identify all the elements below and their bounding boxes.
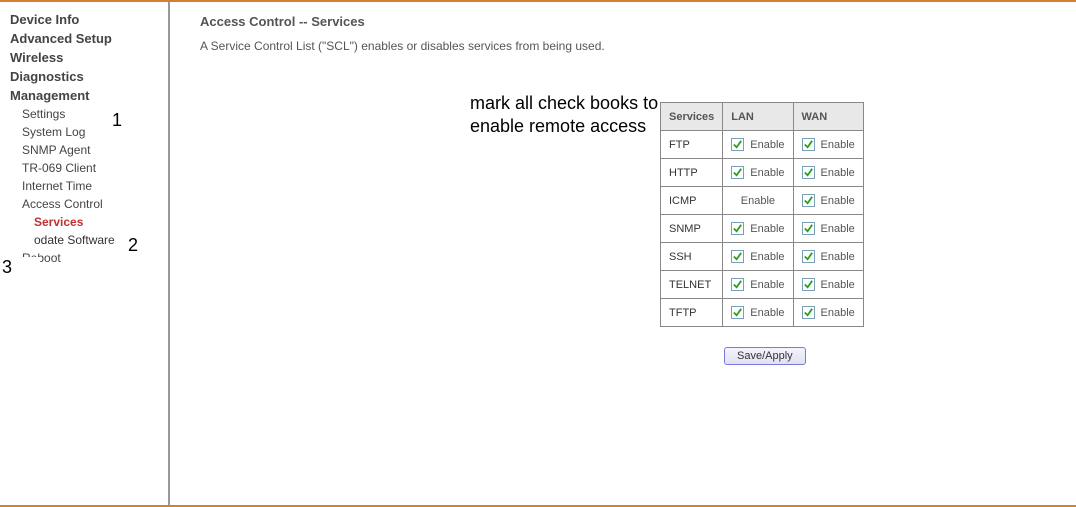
enable-checkbox[interactable] bbox=[731, 222, 744, 235]
nav-tr069[interactable]: TR-069 Client bbox=[0, 159, 168, 177]
table-row: TFTP Enable Enable bbox=[661, 299, 864, 327]
nav-wireless[interactable]: Wireless bbox=[0, 48, 168, 67]
enable-checkbox[interactable] bbox=[802, 194, 815, 207]
main-container: Device Info Advanced Setup Wireless Diag… bbox=[0, 2, 1076, 505]
enable-label: Enable bbox=[821, 307, 855, 319]
wan-cell: Enable bbox=[793, 243, 863, 271]
page-title: Access Control -- Services bbox=[200, 14, 1046, 29]
enable-checkbox[interactable] bbox=[731, 306, 744, 319]
wan-cell: Enable bbox=[793, 187, 863, 215]
annotation-number-3: 3 bbox=[2, 257, 12, 278]
enable-checkbox[interactable] bbox=[731, 278, 744, 291]
enable-label: Enable bbox=[750, 307, 784, 319]
nav-services[interactable]: Services bbox=[0, 213, 168, 231]
table-row: TELNET Enable Enable bbox=[661, 271, 864, 299]
service-name-cell: SSH bbox=[661, 243, 723, 271]
nav-management[interactable]: Management bbox=[0, 86, 168, 105]
service-name-cell: SNMP bbox=[661, 215, 723, 243]
table-row: SNMP Enable Enable bbox=[661, 215, 864, 243]
lan-cell: Enable bbox=[723, 271, 793, 299]
nav-access-control[interactable]: Access Control bbox=[0, 195, 168, 213]
service-name-cell: FTP bbox=[661, 131, 723, 159]
th-wan: WAN bbox=[793, 103, 863, 131]
enable-label: Enable bbox=[750, 223, 784, 235]
page-description: A Service Control List ("SCL") enables o… bbox=[200, 39, 1046, 53]
annotation-number-1: 1 bbox=[112, 110, 122, 131]
enable-checkbox[interactable] bbox=[802, 166, 815, 179]
enable-label: Enable bbox=[741, 195, 775, 207]
lan-cell: Enable bbox=[723, 215, 793, 243]
th-lan: LAN bbox=[723, 103, 793, 131]
save-apply-button[interactable]: Save/Apply bbox=[724, 347, 806, 365]
enable-label: Enable bbox=[750, 279, 784, 291]
enable-checkbox[interactable] bbox=[802, 138, 815, 151]
lan-cell: Enable bbox=[723, 299, 793, 327]
enable-checkbox[interactable] bbox=[731, 166, 744, 179]
enable-label: Enable bbox=[821, 139, 855, 151]
enable-label: Enable bbox=[750, 167, 784, 179]
annotation-number-2: 2 bbox=[128, 235, 138, 256]
enable-checkbox[interactable] bbox=[802, 250, 815, 263]
service-name-cell: TFTP bbox=[661, 299, 723, 327]
sidebar: Device Info Advanced Setup Wireless Diag… bbox=[0, 2, 170, 505]
lan-cell: Enable bbox=[723, 243, 793, 271]
table-row: SSH Enable Enable bbox=[661, 243, 864, 271]
wan-cell: Enable bbox=[793, 131, 863, 159]
enable-checkbox[interactable] bbox=[731, 138, 744, 151]
th-services: Services bbox=[661, 103, 723, 131]
wan-cell: Enable bbox=[793, 271, 863, 299]
enable-label: Enable bbox=[821, 223, 855, 235]
service-name-cell: TELNET bbox=[661, 271, 723, 299]
lan-cell: Enable bbox=[723, 159, 793, 187]
nav-advanced-setup[interactable]: Advanced Setup bbox=[0, 29, 168, 48]
enable-label: Enable bbox=[821, 195, 855, 207]
table-row: ICMP Enable Enable bbox=[661, 187, 864, 215]
enable-label: Enable bbox=[821, 167, 855, 179]
lan-cell: Enable bbox=[723, 131, 793, 159]
nav-diagnostics[interactable]: Diagnostics bbox=[0, 67, 168, 86]
lan-cell: Enable bbox=[723, 187, 793, 215]
enable-label: Enable bbox=[750, 251, 784, 263]
table-row: HTTP Enable Enable bbox=[661, 159, 864, 187]
enable-checkbox[interactable] bbox=[802, 222, 815, 235]
nav-internet-time[interactable]: Internet Time bbox=[0, 177, 168, 195]
content-area: Access Control -- Services A Service Con… bbox=[170, 2, 1076, 505]
enable-label: Enable bbox=[821, 279, 855, 291]
enable-checkbox[interactable] bbox=[802, 278, 815, 291]
services-table: Services LAN WAN FTP Enable Enable HTTP Enab… bbox=[660, 102, 864, 327]
enable-label: Enable bbox=[821, 251, 855, 263]
wan-cell: Enable bbox=[793, 299, 863, 327]
enable-checkbox[interactable] bbox=[731, 250, 744, 263]
enable-checkbox[interactable] bbox=[802, 306, 815, 319]
service-name-cell: ICMP bbox=[661, 187, 723, 215]
nav-snmp-agent[interactable]: SNMP Agent bbox=[0, 141, 168, 159]
annotation-text: mark all check books to enable remote ac… bbox=[470, 92, 670, 137]
service-name-cell: HTTP bbox=[661, 159, 723, 187]
table-row: FTP Enable Enable bbox=[661, 131, 864, 159]
services-tbody: FTP Enable Enable HTTP Enable Enable ICMP Enabl… bbox=[661, 131, 864, 327]
nav-device-info[interactable]: Device Info bbox=[0, 10, 168, 29]
wan-cell: Enable bbox=[793, 159, 863, 187]
wan-cell: Enable bbox=[793, 215, 863, 243]
enable-label: Enable bbox=[750, 139, 784, 151]
